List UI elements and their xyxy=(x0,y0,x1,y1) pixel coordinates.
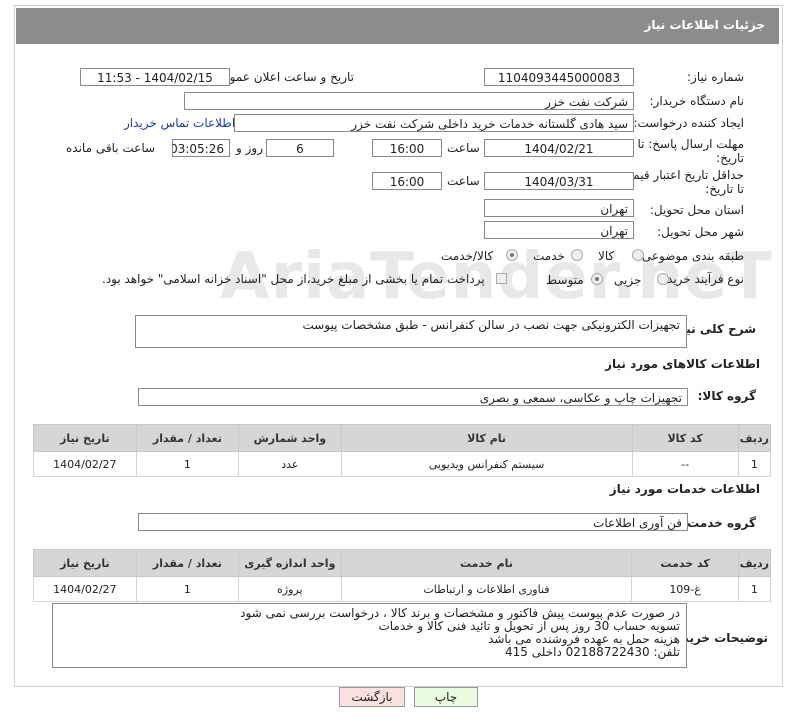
title-bar: جزئیات اطلاعات نیاز xyxy=(16,8,779,44)
goods-cell-qty: 1 xyxy=(135,451,240,477)
deadline-label: مهلت ارسال پاسخ: تا xyxy=(637,137,744,151)
validity-label: حداقل تاریخ اعتبار قیمت: xyxy=(617,168,744,182)
process-medium-radio[interactable] xyxy=(591,273,603,285)
days-label: روز و xyxy=(236,141,263,155)
goods-group-label: گروه کالا: xyxy=(697,389,756,403)
services-col-name: نام خدمت xyxy=(340,549,633,577)
deadline-time-field: 16:00 xyxy=(372,139,442,157)
goods-group-field: تجهیزات چاپ و عکاسی، سمعی و بصری xyxy=(138,388,688,406)
category-service-radio[interactable] xyxy=(571,249,583,261)
goods-cell-code: -- xyxy=(631,451,739,477)
buyer-org-label: نام دستگاه خریدار: xyxy=(649,94,745,108)
deadline-time-label: ساعت xyxy=(447,141,480,155)
services-col-qty: تعداد / مقدار xyxy=(135,549,240,577)
page-title: جزئیات اطلاعات نیاز xyxy=(644,18,765,32)
print-button[interactable]: چاپ xyxy=(414,687,478,707)
need-number-label: شماره نیاز: xyxy=(687,70,744,84)
goods-col-date: تاریخ نیاز xyxy=(33,424,137,452)
goods-col-unit: واحد شمارش xyxy=(238,424,342,452)
table-row: 1 غ-109 فناوری اطلاعات و ارتباطات پروژه … xyxy=(33,576,772,602)
category-service-label: خدمت xyxy=(533,249,565,263)
category-label: طبقه بندی موضوعی: xyxy=(637,249,744,263)
services-col-date: تاریخ نیاز xyxy=(33,549,137,577)
services-group-field: فن آوری اطلاعات xyxy=(138,513,688,531)
goods-col-row: ردیف xyxy=(737,424,772,452)
services-cell-row: 1 xyxy=(737,576,772,602)
table-row: 1 -- سیستم کنفرانس ویدیویی عدد 1 1404/02… xyxy=(33,451,772,477)
category-goods-radio[interactable] xyxy=(632,249,644,261)
goods-col-name: نام کالا xyxy=(340,424,633,452)
deadline-date-field: 1404/02/21 xyxy=(484,139,634,157)
province-label: استان محل تحویل: xyxy=(649,203,744,217)
goods-cell-date: 1404/02/27 xyxy=(33,451,137,477)
buyer-contact-link[interactable]: اطلاعات تماس خریدار xyxy=(124,116,235,130)
process-medium-label: متوسط xyxy=(546,273,584,287)
services-cell-unit: پروژه xyxy=(238,576,342,602)
services-cell-date: 1404/02/27 xyxy=(33,576,137,602)
province-field: تهران xyxy=(484,199,634,217)
goods-table: ردیف کد کالا نام کالا واحد شمارش تعداد /… xyxy=(33,424,772,477)
buyer-note-line: تلفن: 02188722430 داخلی 415 xyxy=(505,645,680,659)
payment-note: پرداخت تمام یا بخشی از مبلغ خرید،از محل … xyxy=(102,272,485,286)
goods-cell-row: 1 xyxy=(737,451,772,477)
services-cell-code: غ-109 xyxy=(631,576,739,602)
process-label: نوع فرآیند خرید : xyxy=(659,272,744,286)
validity-time-label: ساعت xyxy=(447,174,480,188)
city-field: تهران xyxy=(484,221,634,239)
buyer-notes-box: در صورت عدم پیوست پیش فاکتور و مشخصات و … xyxy=(52,603,687,668)
services-section-title: اطلاعات خدمات مورد نیاز xyxy=(609,482,760,496)
remaining-field: 03:05:26 xyxy=(172,139,230,157)
page: AriaTender.neT جزئیات اطلاعات نیاز شماره… xyxy=(0,0,788,723)
validity-label-2: تا تاریخ: xyxy=(705,182,744,196)
goods-section-title: اطلاعات کالاهای مورد نیاز xyxy=(605,357,760,371)
services-table: ردیف کد خدمت نام خدمت واحد اندازه گیری ت… xyxy=(33,549,772,602)
city-label: شهر محل تحویل: xyxy=(657,225,744,239)
validity-time-field: 16:00 xyxy=(372,172,442,190)
creator-field: سید هادی گلستانه خدمات خرید داخلی شرکت ن… xyxy=(234,114,634,132)
goods-col-qty: تعداد / مقدار xyxy=(135,424,240,452)
services-col-unit: واحد اندازه گیری xyxy=(238,549,342,577)
services-cell-name: فناوری اطلاعات و ارتباطات xyxy=(340,576,633,602)
description-box: تجهیزات الکترونیکی جهت نصب در سالن کنفرا… xyxy=(135,315,687,348)
category-both-label: کالا/خدمت xyxy=(441,249,494,263)
need-number-field: 1104093445000083 xyxy=(484,68,634,86)
services-group-label: گروه خدمت: xyxy=(682,516,756,530)
back-button[interactable]: بازگشت xyxy=(339,687,405,707)
process-partial-radio[interactable] xyxy=(657,273,669,285)
days-field: 6 xyxy=(266,139,334,157)
goods-cell-unit: عدد xyxy=(238,451,342,477)
announce-label: تاریخ و ساعت اعلان عمومی: xyxy=(209,70,354,84)
goods-cell-name: سیستم کنفرانس ویدیویی xyxy=(340,451,633,477)
category-both-radio[interactable] xyxy=(506,249,518,261)
services-col-code: کد خدمت xyxy=(631,549,739,577)
category-goods-label: کالا xyxy=(598,249,615,263)
services-col-row: ردیف xyxy=(737,549,772,577)
process-partial-label: جزیی xyxy=(614,273,642,287)
payment-checkbox[interactable] xyxy=(496,273,507,284)
creator-label: ایجاد کننده درخواست: xyxy=(633,116,744,130)
buyer-org-field: شرکت نفت خزر xyxy=(184,92,634,110)
goods-col-code: کد کالا xyxy=(631,424,739,452)
announce-field: 1404/02/15 - 11:53 xyxy=(80,68,230,86)
services-cell-qty: 1 xyxy=(135,576,240,602)
deadline-label-2: تاریخ: xyxy=(716,151,744,165)
remaining-label: ساعت باقی مانده xyxy=(66,141,156,155)
validity-date-field: 1404/03/31 xyxy=(484,172,634,190)
